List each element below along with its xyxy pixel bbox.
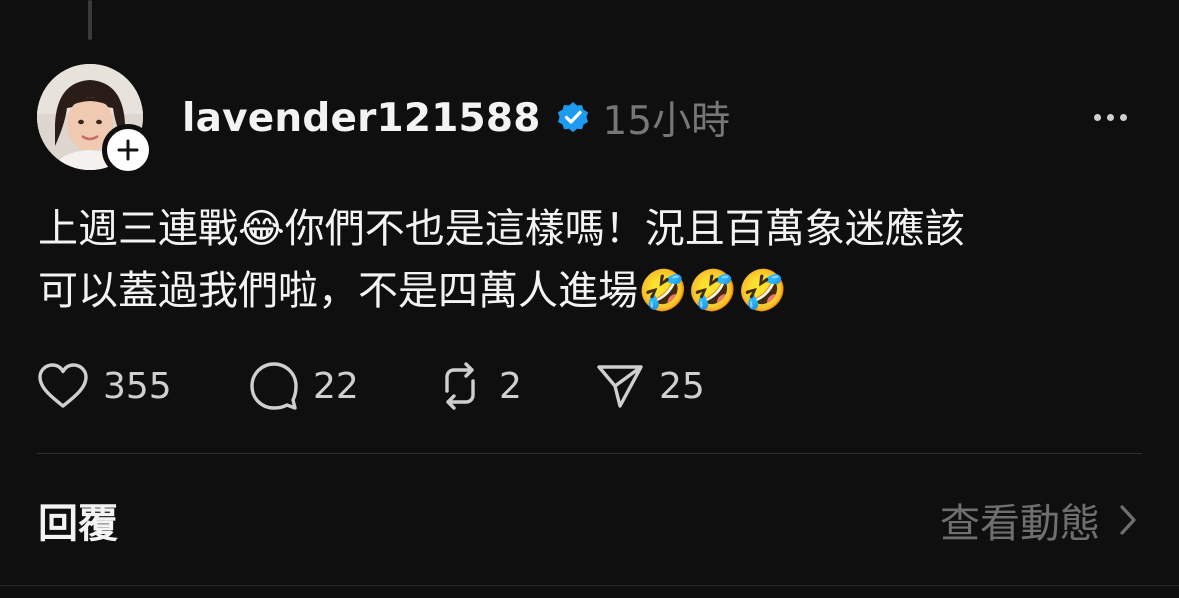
- more-options-button[interactable]: [1086, 104, 1134, 130]
- verified-badge-icon: [557, 102, 588, 133]
- post-header: lavender121588 15小時: [182, 93, 731, 145]
- thread-connector-line: [88, 0, 92, 40]
- more-horizontal-icon: [1093, 113, 1101, 121]
- post-body: 上週三連戰😂你們不也是這樣嗎！況且百萬象迷應該 可以蓋過我們啦，不是四萬人進場🤣…: [38, 198, 1148, 322]
- replies-section-header: 回覆 查看動態: [38, 490, 1138, 550]
- share-button[interactable]: 25: [595, 361, 745, 411]
- more-horizontal-icon: [1119, 113, 1127, 121]
- repost-count: 2: [499, 365, 522, 407]
- follow-button[interactable]: [102, 124, 154, 176]
- post-actions: 355 22 2 25: [37, 358, 745, 414]
- view-activity-label: 查看動態: [940, 501, 1100, 547]
- view-activity-link[interactable]: 查看動態: [940, 491, 1138, 549]
- send-icon: [597, 365, 643, 408]
- like-count: 355: [103, 365, 172, 407]
- comment-bubble-icon: [250, 362, 298, 410]
- post-text-line: 上週三連戰😂你們不也是這樣嗎！況且百萬象迷應該: [38, 206, 965, 252]
- divider: [37, 453, 1142, 454]
- username[interactable]: lavender121588: [182, 96, 541, 141]
- more-horizontal-icon: [1106, 113, 1114, 121]
- post-timestamp: 15小時: [602, 99, 731, 144]
- chevron-right-icon: [1120, 505, 1136, 535]
- repost-button[interactable]: 2: [435, 361, 595, 411]
- plus-icon: [117, 139, 139, 161]
- reply-count: 22: [313, 365, 359, 407]
- share-count: 25: [659, 365, 705, 407]
- like-button[interactable]: 355: [37, 362, 249, 410]
- post-text-line: 可以蓋過我們啦，不是四萬人進場🤣🤣🤣: [38, 268, 788, 314]
- replies-heading: 回覆: [38, 501, 118, 547]
- divider: [0, 585, 1179, 586]
- reply-button[interactable]: 22: [249, 361, 435, 411]
- repost-icon: [445, 362, 475, 410]
- heart-icon: [38, 363, 88, 408]
